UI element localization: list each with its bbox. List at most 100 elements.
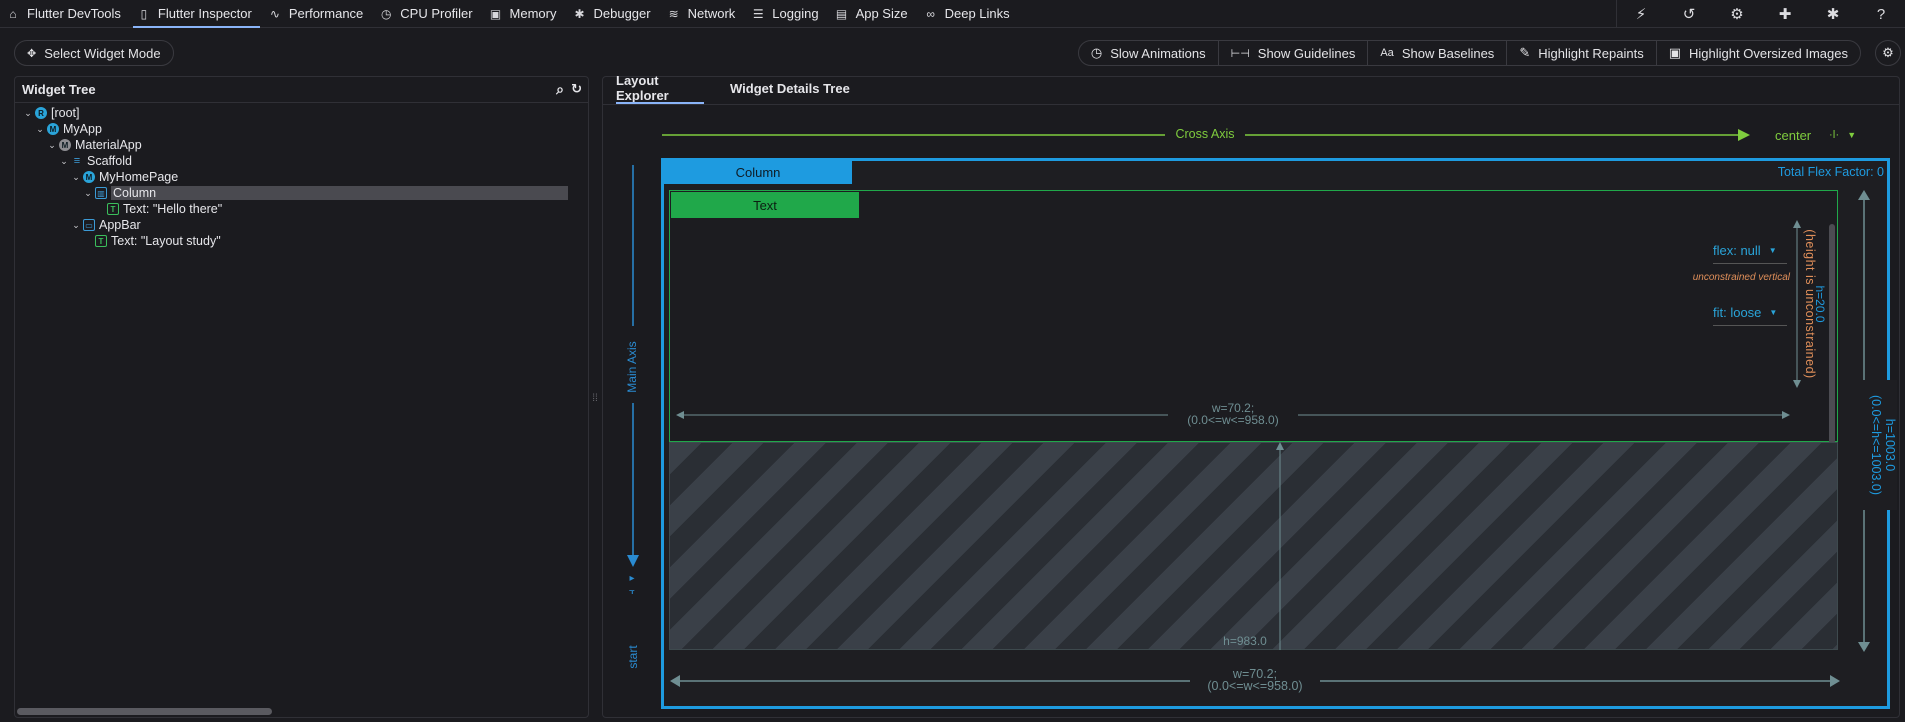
baselines-icon: Aa [1380, 47, 1394, 59]
tree-node-column[interactable]: ⌄ ▥ Column [83, 185, 568, 201]
settings-button[interactable]: ⚙ [1713, 0, 1761, 28]
outer-height-constraint: (0.0<=h<=1003.0) [1869, 394, 1883, 496]
select-widget-mode-label: Select Widget Mode [44, 45, 161, 61]
chevron-down-icon[interactable]: ⌄ [83, 188, 93, 199]
chevron-down-icon: ▼ [1768, 246, 1777, 255]
chevron-down-icon[interactable]: ⌄ [71, 172, 81, 183]
total-flex-factor: Total Flex Factor: 0 [1777, 165, 1884, 179]
tree-node-label: Text: "Layout study" [111, 234, 221, 248]
unconstrained-note: unconstrained vertical [1692, 272, 1790, 283]
tab-flutter-inspector[interactable]: ▯ Flutter Inspector [131, 0, 262, 28]
bug-icon: ✱ [574, 6, 585, 21]
extension-button[interactable]: ✚ [1761, 0, 1809, 28]
tree-node-myhomepage[interactable]: ⌄ M MyHomePage [71, 169, 178, 185]
main-axis-label: Main Axis [625, 341, 639, 393]
chevron-down-icon[interactable]: ⌄ [35, 124, 45, 135]
main-axis-value: start [626, 645, 640, 669]
logging-icon: ☰ [752, 6, 764, 21]
chevron-down-icon: ▼ [1769, 308, 1778, 317]
highlight-repaints-button[interactable]: ✎ Highlight Repaints [1506, 41, 1655, 65]
inspector-settings-button[interactable]: ⚙ [1875, 40, 1901, 66]
search-icon[interactable]: ⌕ [556, 81, 564, 98]
timer-icon: ◷ [381, 6, 392, 21]
chevron-down-icon: ▼ [1847, 130, 1857, 140]
cross-axis-label: Cross Axis [1175, 127, 1235, 141]
tab-label: App Size [855, 6, 908, 21]
history-button[interactable]: ↺ [1665, 0, 1713, 28]
highlight-oversized-button[interactable]: ▣ Highlight Oversized Images [1655, 41, 1860, 65]
tree-node-text-hello-there[interactable]: T Text: "Hello there" [95, 201, 222, 217]
tab-layout-explorer-label: Layout Explorer [616, 73, 669, 103]
brush-icon: ✎ [1519, 45, 1531, 60]
tab-label: Performance [288, 6, 364, 21]
widget-type-icon: M [83, 171, 95, 183]
chevron-down-icon[interactable]: ⌄ [47, 140, 57, 151]
tree-node-label: Text: "Hello there" [123, 202, 223, 216]
tree-node-appbar[interactable]: ⌄ ▭ AppBar [71, 217, 140, 233]
tab-deep-links[interactable]: ∞ Deep Links [918, 0, 1020, 28]
widget-type-icon: R [35, 107, 47, 119]
tab-label: Network [687, 6, 736, 21]
tab-label: Deep Links [944, 6, 1010, 21]
tree-node-label: [root] [51, 106, 80, 120]
gear-icon: ⚙ [1882, 45, 1894, 60]
settings-icon: ⚙ [1730, 6, 1744, 23]
widget-type-icon: T [107, 203, 119, 215]
tree-node-text-layout-study[interactable]: T Text: "Layout study" [83, 233, 221, 249]
file-icon: ▤ [835, 6, 848, 21]
align-start-icon: ⫟ [628, 586, 636, 597]
extension-icon: ✚ [1778, 6, 1792, 23]
cross-axis-alignment-dropdown[interactable]: center ·ǀ· ▼ [1775, 126, 1865, 144]
bolt-button[interactable]: ⚡ [1617, 0, 1665, 28]
tab-memory[interactable]: ▣ Memory [483, 0, 567, 28]
top-nav: ⌂ Flutter DevTools ▯ Flutter Inspector ∿ Perf… [0, 0, 1905, 28]
inspector-icon: ▯ [140, 6, 148, 21]
widget-type-icon: ≡ [73, 155, 81, 167]
memory-icon: ▣ [489, 6, 502, 21]
tree-node-myapp[interactable]: ⌄ M MyApp [35, 121, 102, 137]
tab-label: Debugger [593, 6, 651, 21]
tab-app-size[interactable]: ▤ App Size [829, 0, 918, 28]
chevron-right-icon: ▸ [629, 573, 635, 584]
inspector-options-group: ◷ Slow Animations ⊢⊣ Show Guidelines Aa … [1077, 40, 1861, 66]
chevron-down-icon[interactable]: ⌄ [23, 108, 33, 119]
text-child-badge: Text [671, 192, 859, 218]
tree-node-scaffold[interactable]: ⌄ ≡ Scaffold [59, 153, 132, 169]
tab-label: Flutter DevTools [27, 6, 121, 21]
tab-network[interactable]: ≋ Network [661, 0, 746, 28]
flex-dropdown[interactable]: flex: null ▼ [1713, 238, 1787, 264]
chevron-down-icon[interactable]: ⌄ [59, 156, 69, 167]
free-space-area [669, 442, 1838, 650]
tab-flutter-devtools[interactable]: ⌂ Flutter DevTools [0, 0, 131, 28]
outer-width-constraint: (0.0<=w<=958.0) [1207, 679, 1303, 693]
chevron-down-icon[interactable]: ⌄ [71, 220, 81, 231]
tree-node-label: MaterialApp [75, 138, 142, 152]
tab-layout-explorer[interactable]: Layout Explorer [616, 72, 704, 104]
select-pointer-icon: ✥ [27, 47, 37, 60]
refresh-icon[interactable]: ↻ [571, 81, 582, 97]
tree-node-label: Scaffold [87, 154, 132, 168]
horizontal-scrollbar[interactable] [17, 708, 272, 715]
tab-cpu-profiler[interactable]: ◷ CPU Profiler [373, 0, 482, 28]
select-widget-mode-button[interactable]: ✥ Select Widget Mode [14, 40, 174, 66]
column-header-badge: Column [664, 160, 852, 184]
panel-splitter-handle[interactable]: ⁞⁞ [591, 388, 599, 410]
bug-report-button[interactable]: ✱ [1809, 0, 1857, 28]
tab-performance[interactable]: ∿ Performance [262, 0, 373, 28]
show-guidelines-button[interactable]: ⊢⊣ Show Guidelines [1217, 41, 1368, 65]
tab-label: Memory [509, 6, 557, 21]
slow-animations-button[interactable]: ◷ Slow Animations [1079, 41, 1218, 65]
widget-type-icon: ▥ [95, 187, 107, 199]
widget-tree-panel: Widget Tree ⌕ ↻ ⌄ R [root] ⌄ M MyApp ⌄ M Materia… [14, 76, 589, 718]
help-button[interactable]: ? [1857, 0, 1905, 28]
show-baselines-button[interactable]: Aa Show Baselines [1367, 41, 1506, 65]
tab-widget-details-tree[interactable]: Widget Details Tree [730, 72, 850, 104]
inner-width-label: w=70.2; (0.0<=w<=958.0) [1168, 402, 1298, 428]
main-axis-alignment-dropdown[interactable]: ▸ ⫟ [624, 572, 640, 598]
tree-node-materialapp[interactable]: ⌄ M MaterialApp [47, 137, 142, 153]
tab-logging[interactable]: ☰ Logging [745, 0, 828, 28]
tree-node-root[interactable]: ⌄ R [root] [23, 105, 80, 121]
image-icon: ▣ [1668, 45, 1682, 60]
tab-debugger[interactable]: ✱ Debugger [566, 0, 660, 28]
fit-dropdown[interactable]: fit: loose ▼ [1713, 300, 1787, 326]
